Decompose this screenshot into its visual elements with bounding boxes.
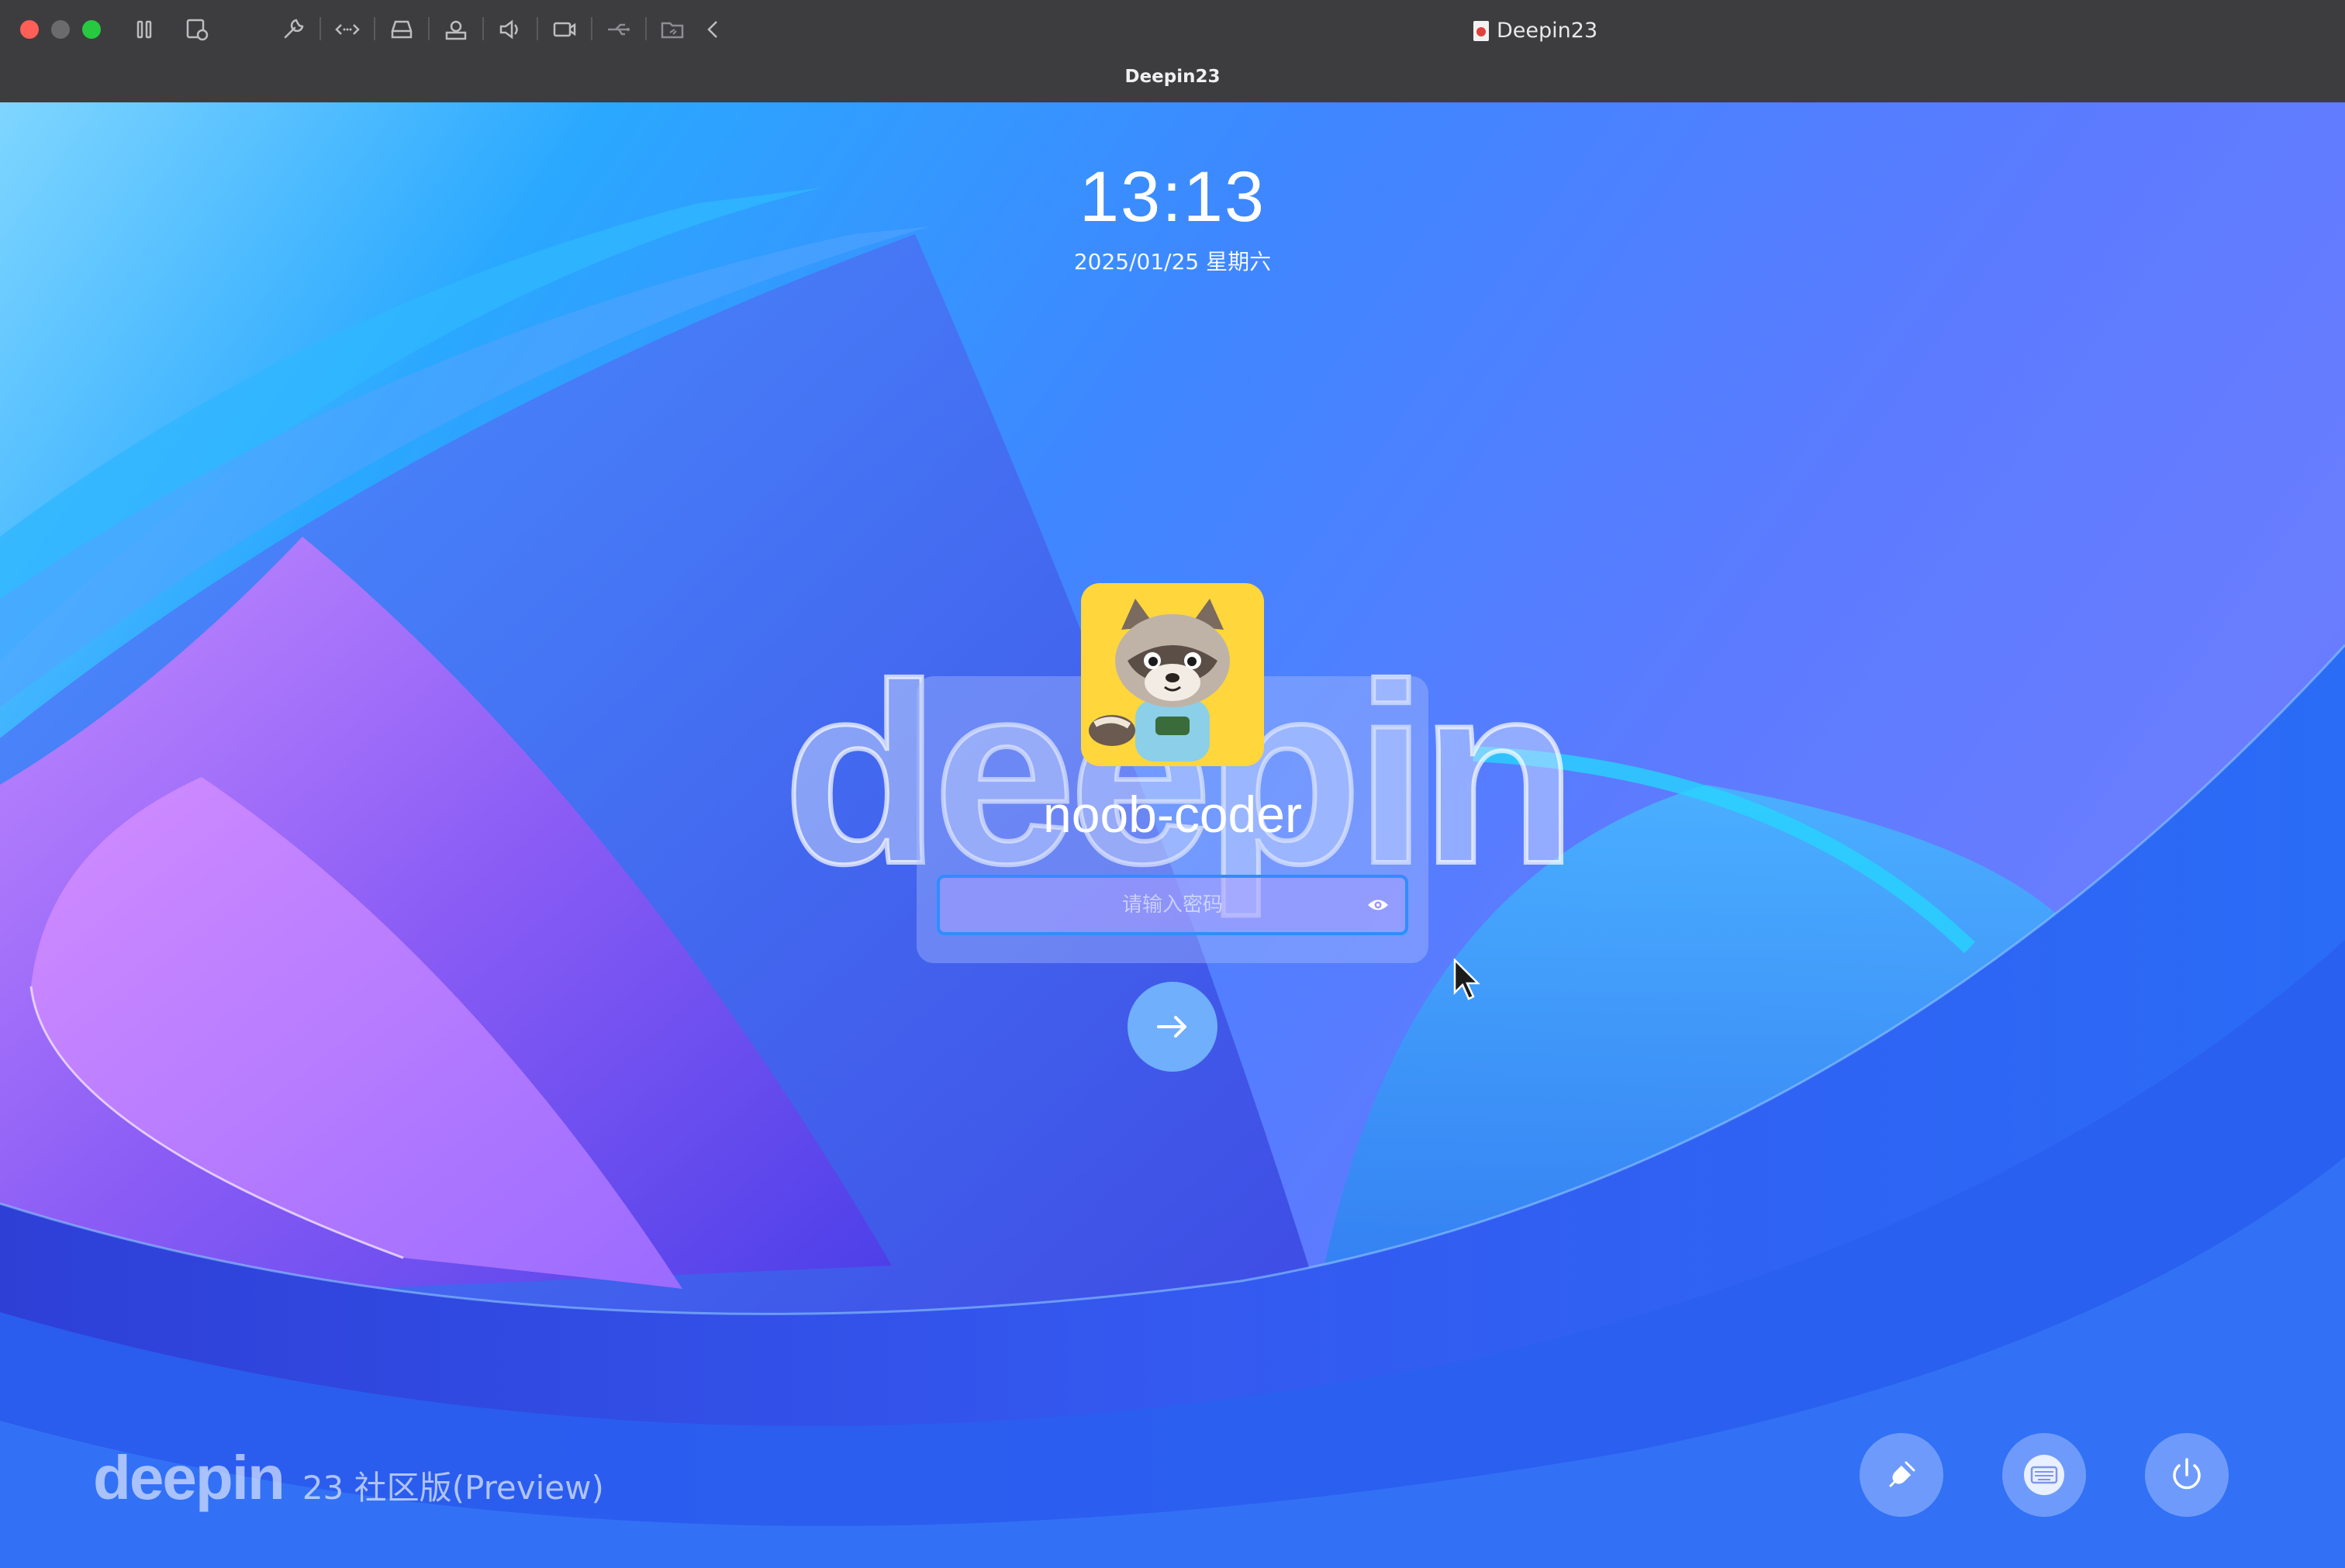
- power-button[interactable]: [2145, 1433, 2229, 1517]
- plug-icon: [1889, 1461, 1915, 1487]
- power-icon: [2173, 1458, 2201, 1490]
- eye-icon[interactable]: [1366, 896, 1390, 914]
- password-input[interactable]: [940, 878, 1405, 932]
- vm-document-icon: [1473, 21, 1489, 41]
- raccoon-avatar-icon: [1081, 583, 1264, 766]
- username-label: noob-coder: [1043, 786, 1302, 843]
- code-icon[interactable]: [333, 16, 361, 43]
- minimize-window-button[interactable]: [51, 20, 70, 39]
- deepin-logo: deepin: [93, 1443, 285, 1512]
- vm-title-text: Deepin23: [1497, 19, 1598, 43]
- printer-icon[interactable]: [442, 16, 470, 43]
- pause-icon[interactable]: [130, 16, 158, 43]
- user-avatar[interactable]: [1081, 583, 1264, 766]
- switch-user-button[interactable]: [1860, 1433, 1943, 1517]
- volume-icon[interactable]: [496, 16, 524, 43]
- deepin-lockscreen: deepin 13:13 2025/01/25 星期六 noob-coder d…: [0, 102, 2345, 1568]
- password-field[interactable]: [937, 875, 1408, 935]
- close-window-button[interactable]: [20, 20, 39, 39]
- lock-date: 2025/01/25 星期六: [1073, 249, 1272, 275]
- vm-titlebar: Deepin23 Deepin23: [0, 0, 2345, 104]
- keyboard-layout-button[interactable]: [2002, 1433, 2086, 1517]
- vm-tab-label: Deepin23: [1124, 67, 1221, 87]
- keyboard-icon: [2024, 1455, 2064, 1495]
- drive-icon[interactable]: [388, 16, 416, 43]
- back-icon[interactable]: [699, 16, 727, 43]
- usb-icon[interactable]: [605, 16, 633, 43]
- shared-folder-icon[interactable]: [659, 16, 687, 43]
- mouse-cursor-icon: [1453, 958, 1481, 1000]
- camera-icon[interactable]: [551, 16, 578, 43]
- wrench-icon[interactable]: [279, 16, 307, 43]
- arrow-right-icon: [1157, 1016, 1186, 1038]
- deepin-brand: deepin 23 社区版(Preview): [93, 1442, 604, 1514]
- lock-clock: 13:13: [1079, 157, 1266, 237]
- snapshot-icon[interactable]: [183, 16, 211, 43]
- zoom-window-button[interactable]: [82, 20, 101, 39]
- edition-label: 23 社区版(Preview): [302, 1469, 604, 1507]
- vm-window-title: Deepin23: [1473, 16, 1597, 47]
- login-submit-button[interactable]: [1128, 982, 1217, 1072]
